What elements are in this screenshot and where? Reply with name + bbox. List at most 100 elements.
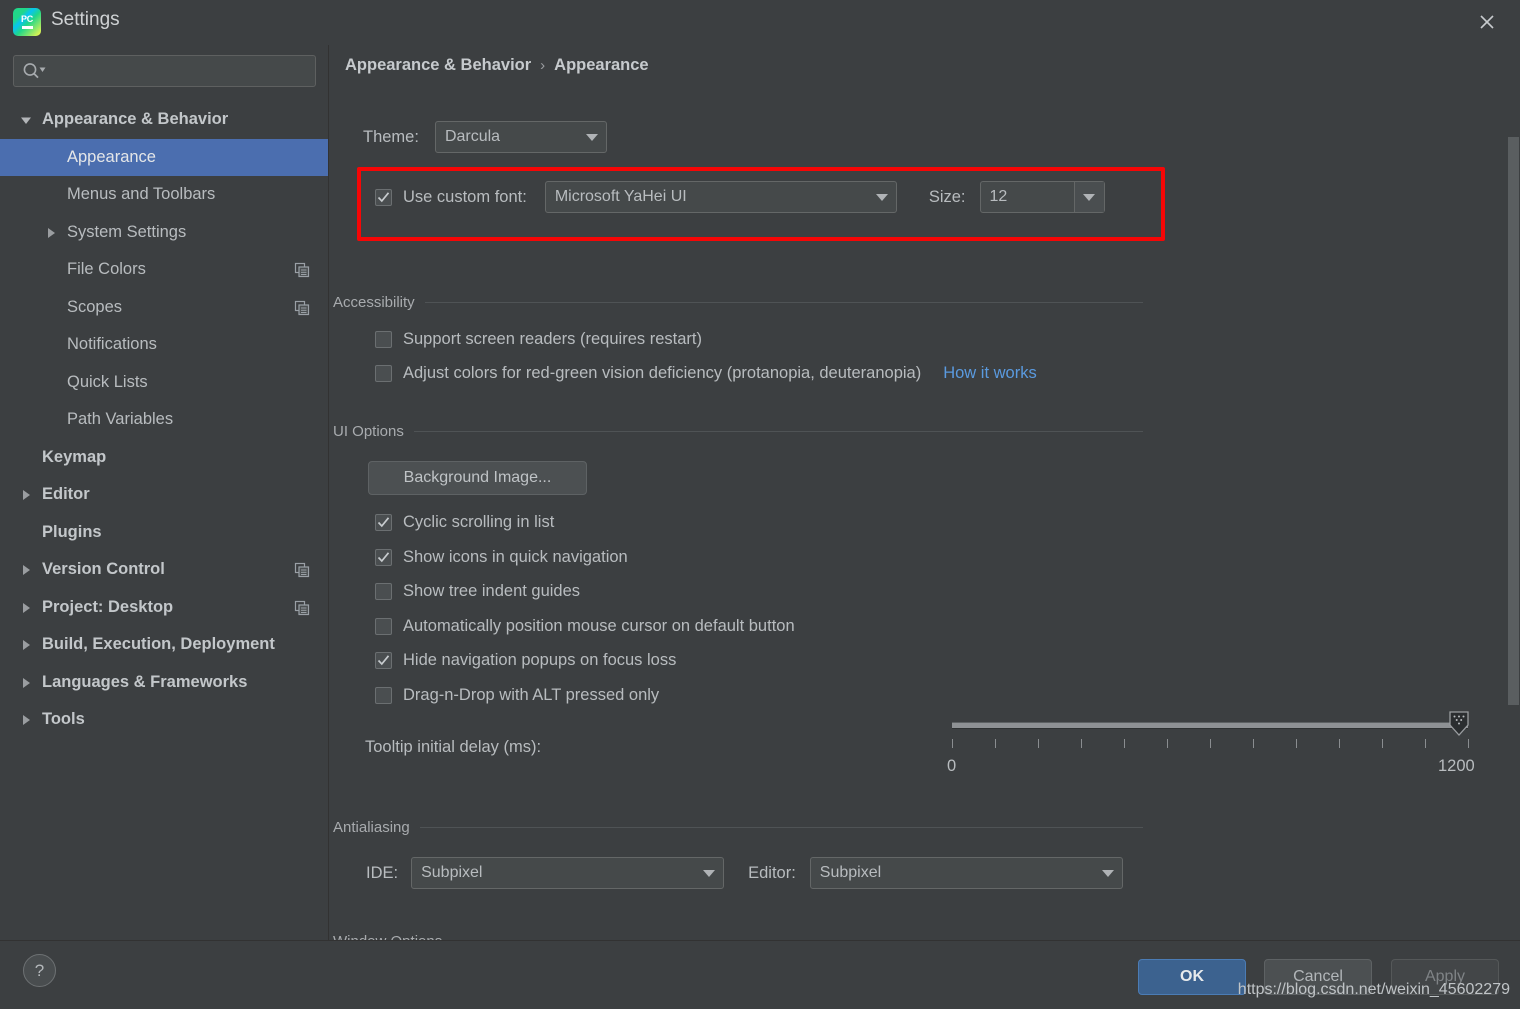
dialog-footer: ? OK Cancel Apply https://blog.csdn.net/… xyxy=(0,940,1520,1009)
font-size-label: Size: xyxy=(928,187,966,206)
cyclic-scrolling-row[interactable]: Cyclic scrolling in list xyxy=(375,513,554,532)
sidebar-item-menus-and-toolbars[interactable]: Menus and Toolbars xyxy=(0,176,328,214)
drag-n-drop-alt-row[interactable]: Drag-n-Drop with ALT pressed only xyxy=(375,686,659,705)
auto-position-cursor-row[interactable]: Automatically position mouse cursor on d… xyxy=(375,617,795,636)
chevron-right-icon[interactable] xyxy=(19,601,33,615)
chevron-down-icon[interactable] xyxy=(19,113,33,127)
hide-nav-popups-checkbox[interactable] xyxy=(375,652,392,669)
apply-button: Apply xyxy=(1391,959,1499,995)
chevron-right-icon[interactable] xyxy=(19,638,33,652)
breadcrumb-parent[interactable]: Appearance & Behavior xyxy=(345,56,531,75)
sidebar-item-tools[interactable]: Tools xyxy=(0,701,328,739)
copy-settings-icon[interactable] xyxy=(294,262,310,278)
chevron-right-icon[interactable] xyxy=(19,713,33,727)
chevron-down-icon[interactable] xyxy=(1073,182,1104,212)
auto-position-cursor-checkbox[interactable] xyxy=(375,618,392,635)
hide-nav-popups-row[interactable]: Hide navigation popups on focus loss xyxy=(375,651,676,670)
main-scrollbar-track[interactable] xyxy=(1507,45,1520,940)
sidebar-item-file-colors[interactable]: File Colors xyxy=(0,251,328,289)
sidebar-item-plugins[interactable]: Plugins xyxy=(0,514,328,552)
ok-button[interactable]: OK xyxy=(1138,959,1246,995)
auto-position-cursor-label: Automatically position mouse cursor on d… xyxy=(403,617,795,635)
chevron-right-icon[interactable] xyxy=(19,488,33,502)
sidebar-item-system-settings[interactable]: System Settings xyxy=(0,214,328,252)
font-size-combo[interactable]: 12 xyxy=(979,181,1105,213)
sidebar-item-project-desktop[interactable]: Project: Desktop xyxy=(0,589,328,627)
sidebar-item-version-control[interactable]: Version Control xyxy=(0,551,328,589)
how-it-works-link[interactable]: How it works xyxy=(943,364,1037,383)
adjust-colors-row[interactable]: Adjust colors for red-green vision defic… xyxy=(375,364,1037,383)
background-image-button[interactable]: Background Image... xyxy=(368,461,587,495)
copy-settings-icon[interactable] xyxy=(294,300,310,316)
slider-tick xyxy=(1038,739,1039,748)
chevron-right-icon[interactable] xyxy=(19,563,33,577)
drag-n-drop-alt-checkbox[interactable] xyxy=(375,687,392,704)
search-input[interactable] xyxy=(13,55,316,87)
use-custom-font-checkbox[interactable] xyxy=(375,188,392,206)
sidebar-item-label: Build, Execution, Deployment xyxy=(42,635,275,654)
custom-font-select[interactable]: Microsoft YaHei UI xyxy=(544,181,897,213)
help-icon[interactable]: ? xyxy=(23,954,56,987)
section-divider xyxy=(424,302,1143,303)
antialiasing-section-header: Antialiasing xyxy=(333,819,1143,836)
close-icon[interactable] xyxy=(1470,6,1504,38)
theme-select[interactable]: Darcula xyxy=(434,121,607,153)
slider-tick xyxy=(1339,739,1340,748)
show-icons-quick-nav-checkbox[interactable] xyxy=(375,549,392,566)
ui-options-title: UI Options xyxy=(333,423,404,440)
slider-tick xyxy=(1124,739,1125,748)
slider-tick xyxy=(1382,739,1383,748)
chevron-right-icon[interactable] xyxy=(19,676,33,690)
sidebar-item-label: Plugins xyxy=(42,522,102,541)
chevron-down-icon xyxy=(578,122,606,152)
show-icons-quick-nav-row[interactable]: Show icons in quick navigation xyxy=(375,548,628,567)
sidebar-item-languages-frameworks[interactable]: Languages & Frameworks xyxy=(0,664,328,702)
sidebar-item-scopes[interactable]: Scopes xyxy=(0,289,328,327)
antialiasing-title: Antialiasing xyxy=(333,819,410,836)
slider-tick xyxy=(1468,739,1469,748)
sidebar-item-appearance[interactable]: Appearance xyxy=(0,138,328,176)
window-title: Settings xyxy=(51,9,120,30)
sidebar-item-keymap[interactable]: Keymap xyxy=(0,439,328,477)
sidebar-item-notifications[interactable]: Notifications xyxy=(0,326,328,364)
window-options-title: Window Options xyxy=(333,933,442,940)
sidebar-item-label: Notifications xyxy=(67,335,157,354)
show-tree-indent-guides-checkbox[interactable] xyxy=(375,583,392,600)
slider-track[interactable] xyxy=(952,722,1468,729)
custom-font-row: Use custom font: Microsoft YaHei UI Size… xyxy=(375,181,1105,213)
copy-settings-icon[interactable] xyxy=(294,600,310,616)
tooltip-delay-slider[interactable] xyxy=(952,711,1469,736)
sidebar-item-path-variables[interactable]: Path Variables xyxy=(0,401,328,439)
sidebar-item-build-execution-deployment[interactable]: Build, Execution, Deployment xyxy=(0,626,328,664)
cyclic-scrolling-checkbox[interactable] xyxy=(375,514,392,531)
slider-max-label: 1200 xyxy=(1438,757,1475,775)
slider-tick xyxy=(1296,739,1297,748)
copy-settings-icon[interactable] xyxy=(294,562,310,578)
cancel-button[interactable]: Cancel xyxy=(1264,959,1372,995)
adjust-colors-checkbox[interactable] xyxy=(375,365,392,382)
font-size-value[interactable]: 12 xyxy=(981,188,1074,206)
ide-antialiasing-select[interactable]: Subpixel xyxy=(411,857,725,889)
slider-tick xyxy=(1425,739,1426,748)
main-scrollbar-thumb[interactable] xyxy=(1508,137,1519,705)
slider-thumb[interactable] xyxy=(1446,711,1472,737)
section-divider xyxy=(413,431,1143,432)
sidebar-item-label: Quick Lists xyxy=(67,372,148,391)
chevron-right-icon[interactable] xyxy=(44,226,58,240)
sidebar-item-appearance-behavior[interactable]: Appearance & Behavior xyxy=(0,101,328,139)
show-tree-indent-guides-row[interactable]: Show tree indent guides xyxy=(375,582,580,601)
support-screen-readers-row[interactable]: Support screen readers (requires restart… xyxy=(375,330,702,349)
support-screen-readers-checkbox[interactable] xyxy=(375,331,392,348)
sidebar-item-label: Project: Desktop xyxy=(42,597,174,616)
sidebar-item-editor[interactable]: Editor xyxy=(0,476,328,514)
sidebar-item-label: Scopes xyxy=(67,297,123,316)
editor-antialiasing-value: Subpixel xyxy=(819,864,882,881)
slider-tick xyxy=(1167,739,1168,748)
editor-antialiasing-label: Editor: xyxy=(748,863,796,882)
pycharm-logo-icon: PC xyxy=(13,8,41,36)
search-field-wrapper xyxy=(13,55,316,87)
breadcrumb: Appearance & Behavior › Appearance xyxy=(345,56,649,75)
sidebar-item-quick-lists[interactable]: Quick Lists xyxy=(0,364,328,402)
editor-antialiasing-select[interactable]: Subpixel xyxy=(809,857,1123,889)
show-icons-quick-nav-label: Show icons in quick navigation xyxy=(403,548,628,566)
